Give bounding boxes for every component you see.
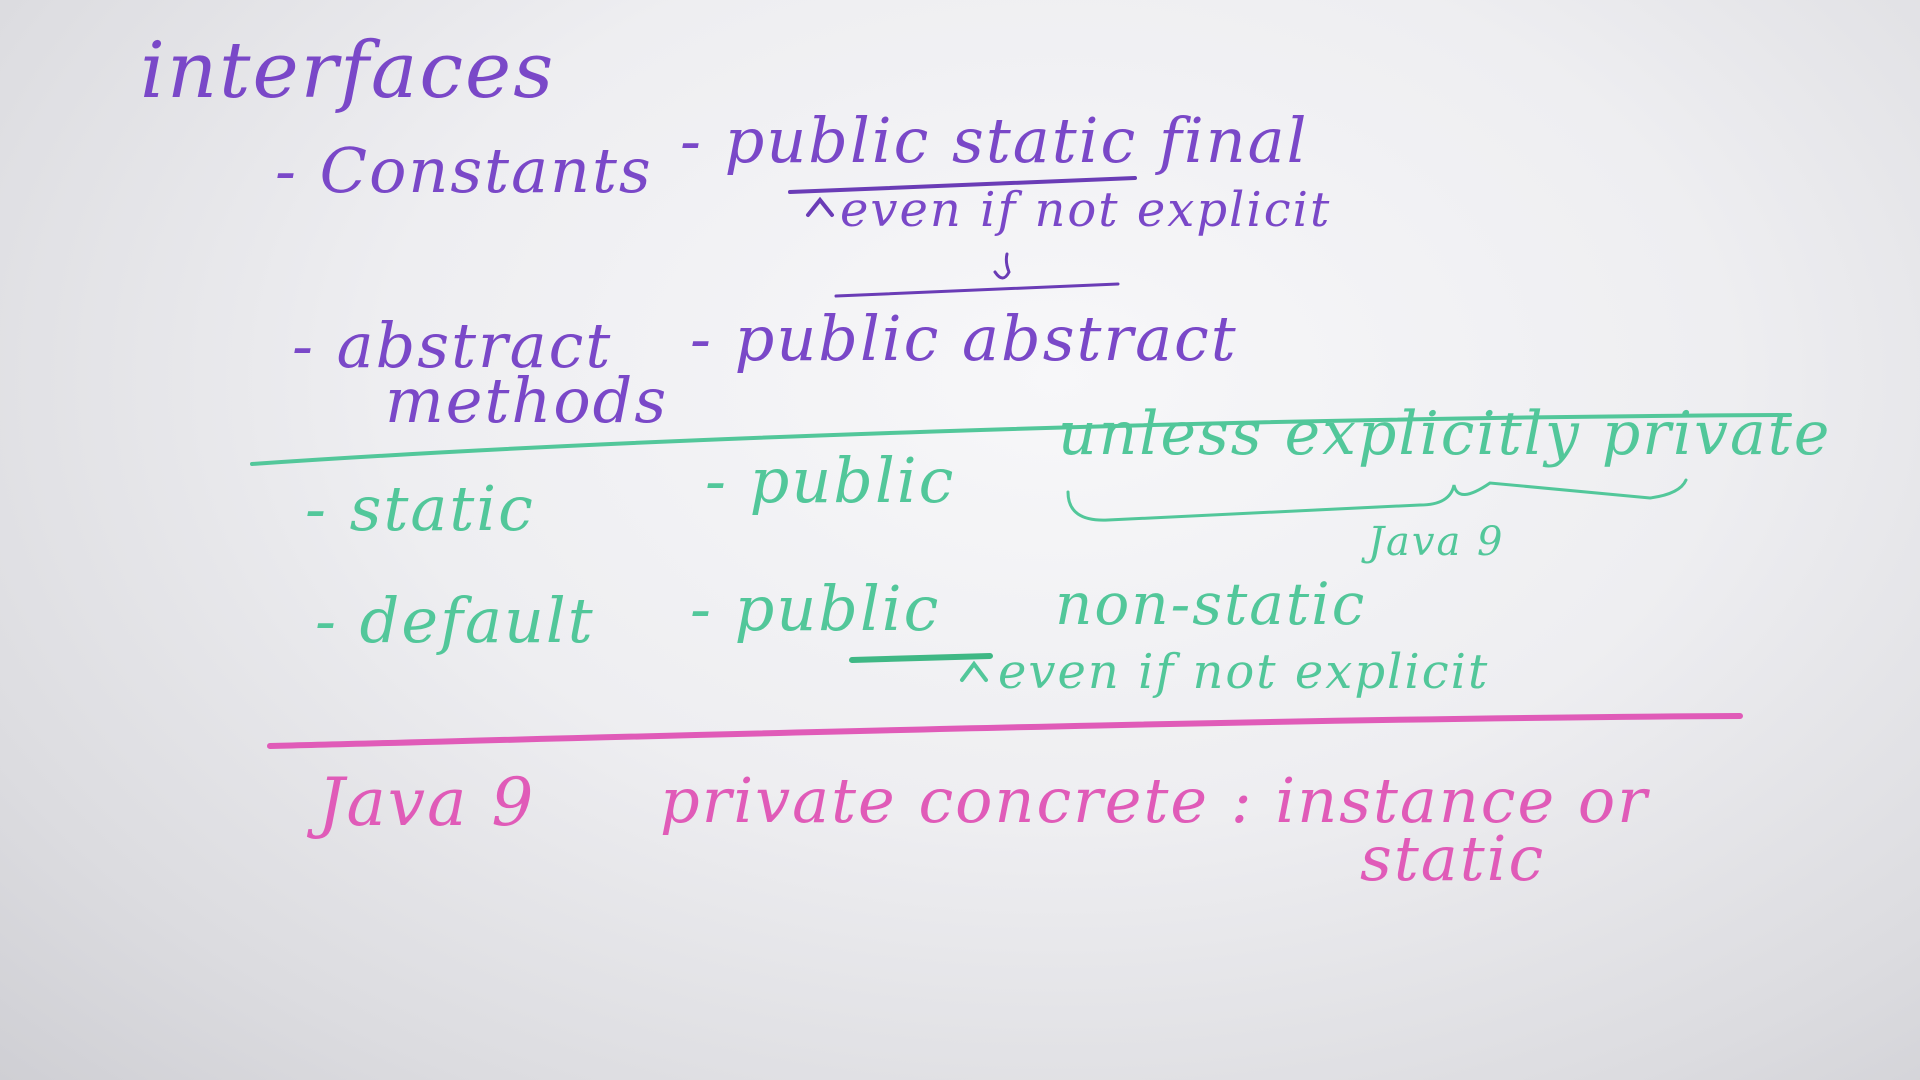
note-default: even if not explicit <box>998 644 1490 700</box>
caret-arrow-2 <box>960 660 988 682</box>
note-static: unless explicitly private <box>1058 399 1832 469</box>
item-default: - default <box>315 584 595 657</box>
rule-static: - public <box>705 444 956 517</box>
footer-text-line2: static <box>1360 822 1546 895</box>
footer-label: Java 9 <box>318 764 536 841</box>
underline-green-default <box>849 653 993 663</box>
underline-purple-short <box>834 282 1120 298</box>
note-constants: even if not explicit <box>840 182 1332 238</box>
brace-note-java9: Java 9 <box>1368 519 1505 565</box>
rule-abstract: - public abstract <box>690 302 1238 375</box>
whiteboard: interfaces - Constants - public static f… <box>0 0 1920 1080</box>
divider-pink <box>267 713 1743 749</box>
title: interfaces <box>140 26 556 116</box>
check-mark <box>993 252 1011 280</box>
caret-arrow-1 <box>806 196 834 217</box>
item-abstract-line2: methods <box>385 364 669 437</box>
item-constants: - Constants <box>275 134 653 207</box>
rule-constants: - public static final <box>680 104 1309 177</box>
item-static: - static <box>305 472 535 545</box>
rule-default: - public <box>690 572 941 645</box>
extra-default: non-static <box>1055 570 1367 638</box>
brace-green <box>1066 478 1688 522</box>
